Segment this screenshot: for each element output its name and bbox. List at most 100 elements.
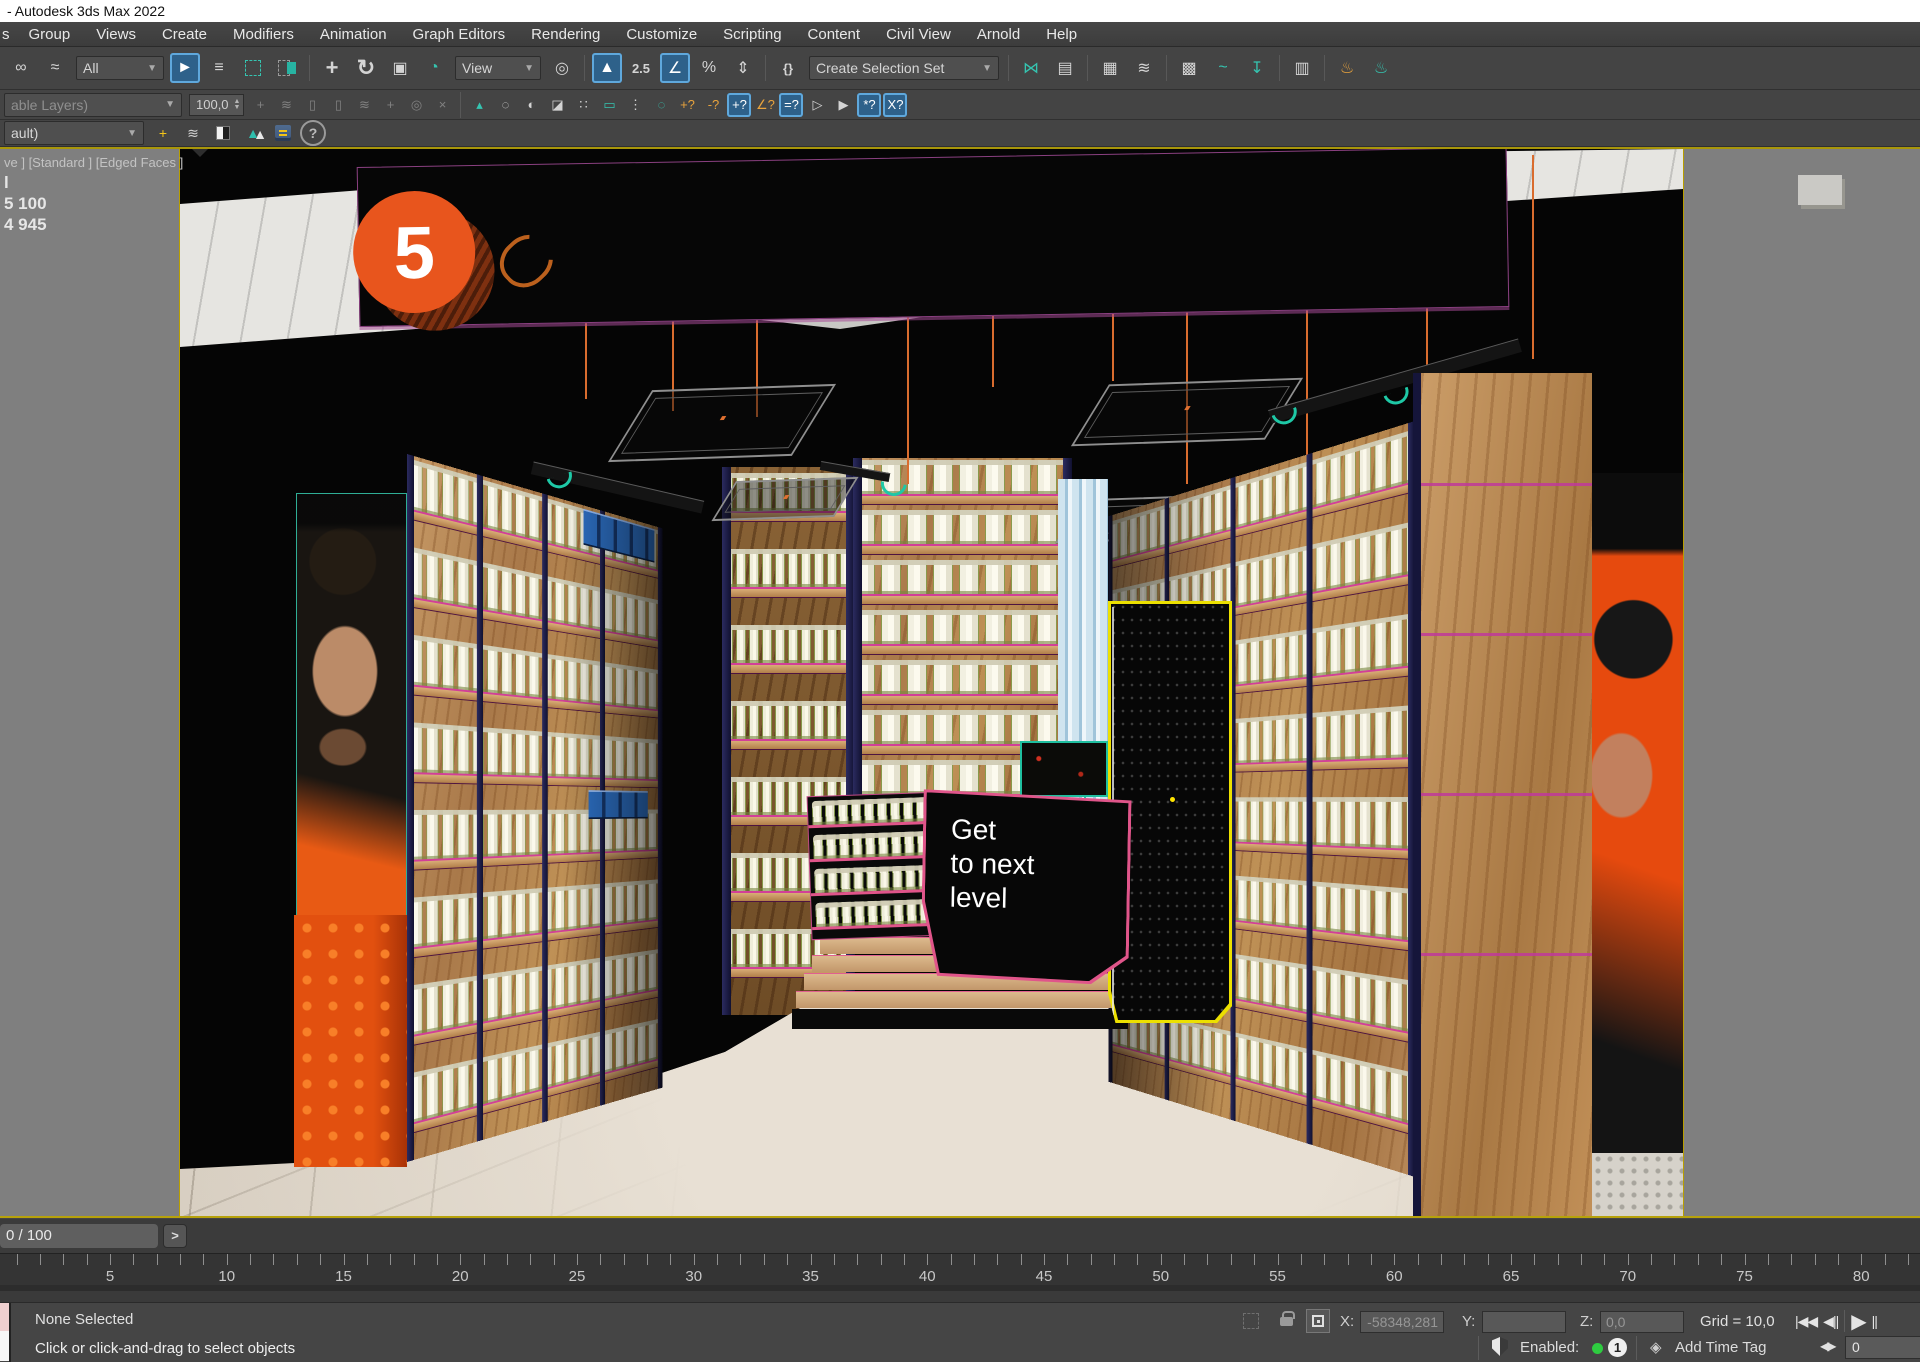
select-and-scale-button[interactable]: ▣ [385,53,415,83]
menu-group[interactable]: Group [16,26,84,43]
vegetation-icon[interactable]: ▲ [240,120,266,146]
ribbon-toggle-button[interactable]: ▩ [1174,53,1204,83]
swatch-icon[interactable] [210,120,236,146]
pick-angle-icon[interactable]: ∠? [753,93,777,117]
named-selection-edit-button[interactable]: {} [773,53,803,83]
pick-align-button[interactable]: =? [779,93,803,117]
viewport-shading-label[interactable]: ve ] [Standard ] [Edged Faces ] [4,155,183,170]
percent-snap-button[interactable]: % [694,53,724,83]
select-and-link-icon[interactable]: ∞ [6,53,36,83]
freeze-question-button[interactable]: *? [857,93,881,117]
menu-arnold[interactable]: Arnold [964,26,1033,43]
select-object-button[interactable]: ► [170,53,200,83]
pick-add-icon[interactable]: +? [675,93,699,117]
mirror-button[interactable]: ⋈ [1016,53,1046,83]
layer-select-icon[interactable]: ▯ [326,93,350,117]
menu-rendering[interactable]: Rendering [518,26,613,43]
viewport[interactable]: ve ] [Standard ] [Edged Faces ] l 5 100 … [0,147,1920,1218]
render-safe-frame[interactable]: 5 [180,149,1683,1216]
layer-hide-icon[interactable]: + [378,93,402,117]
two-tone-ball-icon[interactable]: ◐ [519,93,543,117]
dots-grid-icon[interactable]: ∷ [571,93,595,117]
select-and-place-button[interactable]: ◔ [419,53,449,83]
curve-editor-button[interactable]: ~ [1208,53,1238,83]
layer-fan-icon[interactable]: ≋ [180,120,206,146]
snap-circle-icon[interactable]: ◌ [649,93,673,117]
enabled-status-dot[interactable] [1592,1343,1603,1354]
menu-help[interactable]: Help [1033,26,1090,43]
black-arrow-icon[interactable]: ▶ [831,93,855,117]
selection-region-icon[interactable] [1243,1313,1259,1329]
prev-frame-button[interactable]: ◀|| [1823,1313,1838,1330]
menu-create[interactable]: Create [149,26,220,43]
x-coordinate-field[interactable]: -58348,281 [1360,1311,1444,1333]
menu-modifiers[interactable]: Modifiers [220,26,307,43]
pick-plus-button[interactable]: +? [727,93,751,117]
menu-customize[interactable]: Customize [613,26,710,43]
snaps-25d-button[interactable]: 2.5 [626,53,656,83]
material-editor-button[interactable]: ▥ [1287,53,1317,83]
go-start-button[interactable]: |◀◀ [1795,1313,1817,1330]
scene-explorer-button[interactable]: ▦ [1095,53,1125,83]
layer-freeze-icon[interactable]: ◎ [404,93,428,117]
white-arrow-icon[interactable]: ▷ [805,93,829,117]
menu-s[interactable]: s [0,26,16,43]
next-frame-button[interactable]: > [163,1224,187,1248]
window-crossing-toggle[interactable] [272,53,302,83]
select-by-name-button[interactable]: ≡ [204,53,234,83]
bind-to-spacewarp-icon[interactable]: ≈ [40,53,70,83]
menu-animation[interactable]: Animation [307,26,400,43]
enabled-count-badge[interactable]: 1 [1608,1338,1627,1357]
y-coordinate-field[interactable] [1482,1311,1566,1333]
layer-new-icon[interactable]: + [248,93,272,117]
add-objects-icon[interactable]: + [150,120,176,146]
preset-dropdown[interactable]: ault)▼ [4,121,144,145]
track-bar-ruler[interactable]: 5101520253035404550556065707580 [0,1253,1920,1291]
notes-icon[interactable] [270,120,296,146]
named-selection-dropdown[interactable]: Create Selection Set▼ [809,56,999,80]
frame-number-field[interactable]: 0 [1845,1336,1920,1359]
render-frame-window-button[interactable]: ♨ [1366,53,1396,83]
dope-sheet-button[interactable]: ↧ [1242,53,1272,83]
layer-delete-icon[interactable]: ▯ [300,93,324,117]
layer-props-icon[interactable]: × [430,93,454,117]
menu-graph-editors[interactable]: Graph Editors [400,26,519,43]
align-button[interactable]: ▤ [1050,53,1080,83]
menu-content[interactable]: Content [795,26,874,43]
pick-remove-icon[interactable]: -? [701,93,725,117]
reference-coordinate-dropdown[interactable]: View▼ [455,56,541,80]
layers-list-dropdown[interactable]: able Layers)▼ [4,93,182,117]
z-coordinate-field[interactable]: 0,0 [1600,1311,1684,1333]
selection-lock-icon[interactable] [1280,1317,1293,1326]
exclude-question-button[interactable]: X? [883,93,907,117]
value-spinner[interactable]: 100,0▲▼ [189,94,244,116]
layer-add-icon[interactable]: ≋ [274,93,298,117]
rectangular-selection-region-button[interactable] [238,53,268,83]
menu-civil-view[interactable]: Civil View [873,26,964,43]
spinner-snap-button[interactable]: ⇕ [728,53,758,83]
absolute-mode-button[interactable] [1306,1309,1330,1333]
use-pivot-point-button[interactable]: ◎ [547,53,577,83]
select-and-rotate-button[interactable]: ↻ [351,53,381,83]
selection-filter-dropdown[interactable]: All▼ [76,56,164,80]
menu-scripting[interactable]: Scripting [710,26,794,43]
viewport-filter-icon[interactable] [191,157,216,172]
menu-views[interactable]: Views [83,26,149,43]
layer-current-icon[interactable]: ≋ [352,93,376,117]
next-frame-button[interactable]: || [1872,1313,1877,1329]
angle-snap-button[interactable]: ∠ [660,53,690,83]
add-time-tag-button[interactable]: Add Time Tag [1675,1339,1766,1356]
measure-icon[interactable]: ▭ [597,93,621,117]
pivot-surface-icon[interactable]: ▴ [467,93,491,117]
dots-column-icon[interactable]: ⋮ [623,93,647,117]
play-button[interactable]: ▶ [1851,1309,1865,1334]
layer-explorer-button[interactable]: ≋ [1129,53,1159,83]
snaps-toggle-button[interactable]: ▲ [592,53,622,83]
render-setup-button[interactable]: ♨ [1332,53,1362,83]
corner-select-icon[interactable]: ◪ [545,93,569,117]
select-and-move-button[interactable]: + [317,53,347,83]
current-frame-field[interactable]: 0 / 100 [0,1224,158,1248]
maxscript-mini-listener[interactable] [0,1303,11,1362]
key-mode-toggle[interactable]: ◀▶ [1820,1339,1834,1353]
help-icon[interactable]: ? [300,120,326,146]
